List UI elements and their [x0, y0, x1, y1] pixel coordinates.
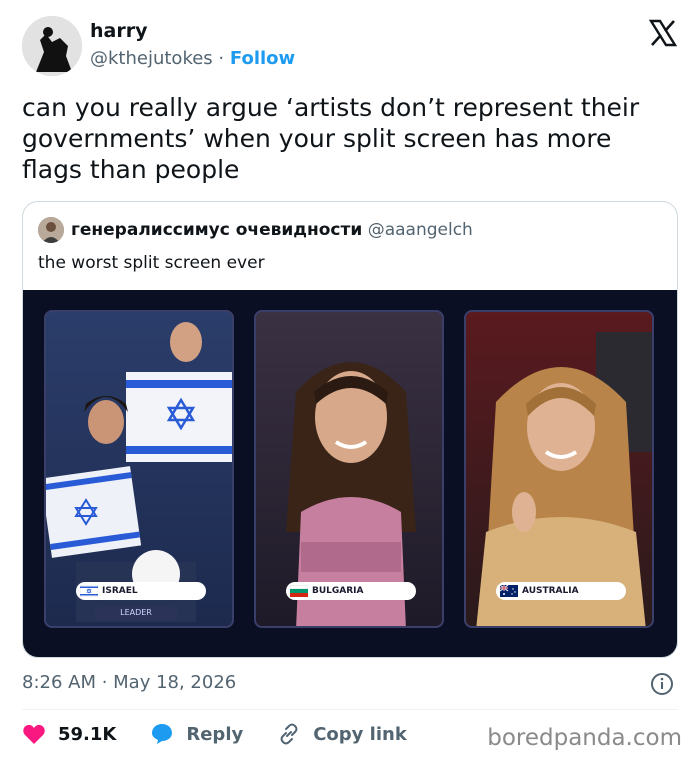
avatar[interactable] — [22, 16, 82, 76]
heart-icon — [23, 724, 45, 744]
israel-flag-icon — [79, 584, 99, 598]
quoted-avatar[interactable] — [38, 217, 64, 243]
media-panel-australia: AUSTRALIA — [464, 310, 654, 628]
country-label-australia: AUSTRALIA — [496, 582, 626, 600]
media-panel-bulgaria: BULGARIA — [254, 310, 444, 628]
country-label-bulgaria: BULGARIA — [286, 582, 416, 600]
reply-button[interactable]: Reply — [150, 723, 243, 745]
author-handle-row: @kthejutokes · Follow — [90, 48, 295, 69]
crowd-with-flags-image — [46, 322, 232, 622]
copy-link-button[interactable]: Copy link — [277, 722, 407, 746]
x-logo-icon[interactable] — [648, 18, 678, 48]
quoted-header: генералиссимус очевидности @aaangelch — [71, 220, 473, 240]
country-label-israel: ISRAEL — [76, 582, 206, 600]
quoted-tweet[interactable]: генералиссимус очевидности @aaangelch th… — [22, 201, 678, 658]
reply-label: Reply — [186, 723, 244, 745]
separator: · — [218, 48, 225, 69]
performer-image — [286, 362, 416, 626]
author-name[interactable]: harry — [90, 20, 147, 42]
source-watermark: boredpanda.com — [487, 725, 682, 751]
country-label-text: AUSTRALIA — [522, 586, 579, 596]
quoted-author-handle[interactable]: @aaangelch — [368, 220, 473, 240]
tweet-timestamp[interactable]: 8:26 AM · May 18, 2026 — [22, 672, 236, 693]
tweet-text: can you really argue ‘artists don’t repr… — [22, 93, 640, 184]
tweet-actions: 59.1K Reply Copy link — [22, 720, 441, 748]
like-button[interactable]: 59.1K — [22, 723, 116, 745]
follow-button[interactable]: Follow — [230, 48, 295, 69]
link-icon — [280, 723, 298, 745]
bulgaria-flag-icon — [289, 584, 309, 597]
performer-image — [476, 332, 652, 626]
author-handle[interactable]: @kthejutokes — [90, 48, 213, 69]
quoted-media-image[interactable]: ISRAEL LEADER BULGARIA AUSTRALIA — [23, 290, 677, 657]
quoted-text: the worst split screen ever — [38, 253, 265, 273]
copy-link-label: Copy link — [313, 723, 407, 745]
country-label-text: BULGARIA — [312, 586, 364, 596]
media-panel-israel: ISRAEL LEADER — [44, 310, 234, 628]
like-count: 59.1K — [58, 723, 117, 745]
reply-bubble-icon — [152, 724, 173, 744]
country-label-text: ISRAEL — [102, 586, 138, 596]
info-icon[interactable] — [650, 672, 674, 696]
divider — [22, 709, 678, 710]
australia-flag-icon — [499, 584, 518, 597]
quoted-author-name[interactable]: генералиссимус очевидности — [71, 220, 362, 240]
leader-sublabel: LEADER — [94, 606, 178, 620]
